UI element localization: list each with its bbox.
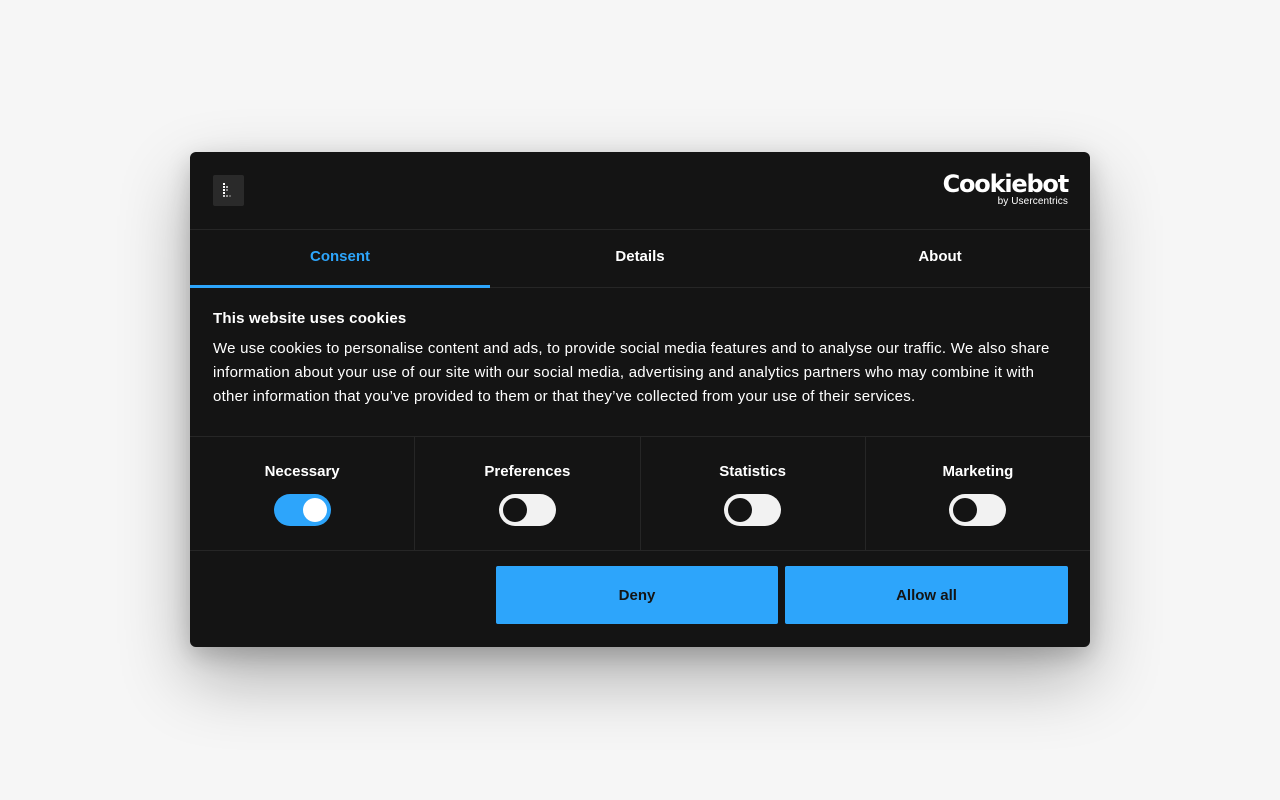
deny-button[interactable]: Deny <box>496 566 778 624</box>
statistics-toggle[interactable] <box>724 494 782 526</box>
consent-description: We use cookies to personalise content an… <box>213 340 1050 405</box>
necessary-toggle[interactable] <box>273 494 331 526</box>
toggle-label-preferences: Preferences <box>484 463 571 480</box>
toggle-cell-marketing: Marketing <box>866 437 1090 550</box>
toggle-cell-necessary: Necessary <box>190 437 416 550</box>
cookie-consent-dialog: Cookiebot by Usercentrics Consent Detail… <box>190 152 1090 647</box>
tab-details[interactable]: Details <box>490 230 790 287</box>
brand-name: Cookiebot <box>942 170 1070 198</box>
toggle-knob <box>302 498 327 522</box>
allow-all-button[interactable]: Allow all <box>785 566 1068 624</box>
cookiebot-logo: Cookiebot by Usercentrics <box>942 170 1070 207</box>
toggle-knob <box>953 498 978 522</box>
consent-body: This website uses cookies We use cookies… <box>213 310 1073 409</box>
tab-about[interactable]: About <box>790 230 1090 287</box>
tab-bar: Consent Details About <box>190 230 1090 288</box>
toggle-knob <box>728 498 753 522</box>
toggle-knob <box>502 498 527 522</box>
toggle-cell-statistics: Statistics <box>641 437 866 550</box>
site-logo <box>213 175 244 206</box>
tab-consent[interactable]: Consent <box>190 230 490 288</box>
consent-title: This website uses cookies <box>213 310 407 327</box>
toggle-label-statistics: Statistics <box>719 463 786 480</box>
consent-toggles: Necessary Preferences Statistics Marketi… <box>190 436 1090 551</box>
toggle-label-necessary: Necessary <box>264 463 340 480</box>
preferences-toggle[interactable] <box>498 494 556 526</box>
dialog-header: Cookiebot by Usercentrics <box>190 152 1090 230</box>
toggle-label-marketing: Marketing <box>942 463 1014 480</box>
brand-subtitle: by Usercentrics <box>997 196 1068 207</box>
toggle-cell-preferences: Preferences <box>415 437 641 550</box>
marketing-toggle[interactable] <box>949 494 1007 526</box>
